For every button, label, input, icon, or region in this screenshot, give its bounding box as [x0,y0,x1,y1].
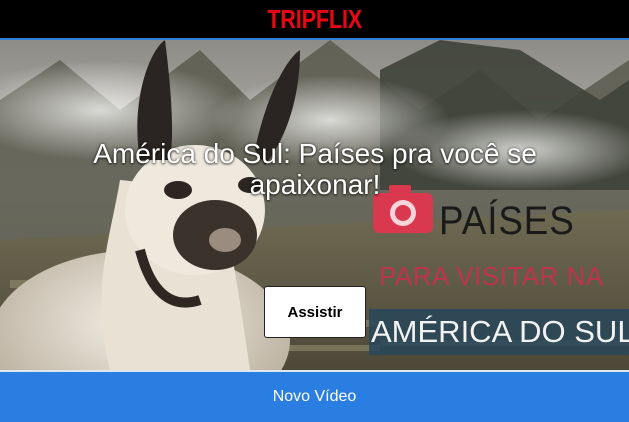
top-bar: TRIPFLIX [0,0,629,38]
poster-overlay: PAÍSES PARA VISITAR NA AMÉRICA DO SUL [369,183,629,358]
watch-button[interactable]: Assistir [264,286,366,338]
poster-line-countries: PAÍSES [439,199,575,243]
new-video-button[interactable]: Novo Vídeo [0,372,629,422]
poster-line-visit: PARA VISITAR NA [379,261,604,291]
poster-line-south-america: AMÉRICA DO SUL [369,309,629,355]
hero-title: América do Sul: Países pra você se apaix… [93,138,537,200]
tripflix-logo[interactable]: TRIPFLIX [267,4,362,35]
